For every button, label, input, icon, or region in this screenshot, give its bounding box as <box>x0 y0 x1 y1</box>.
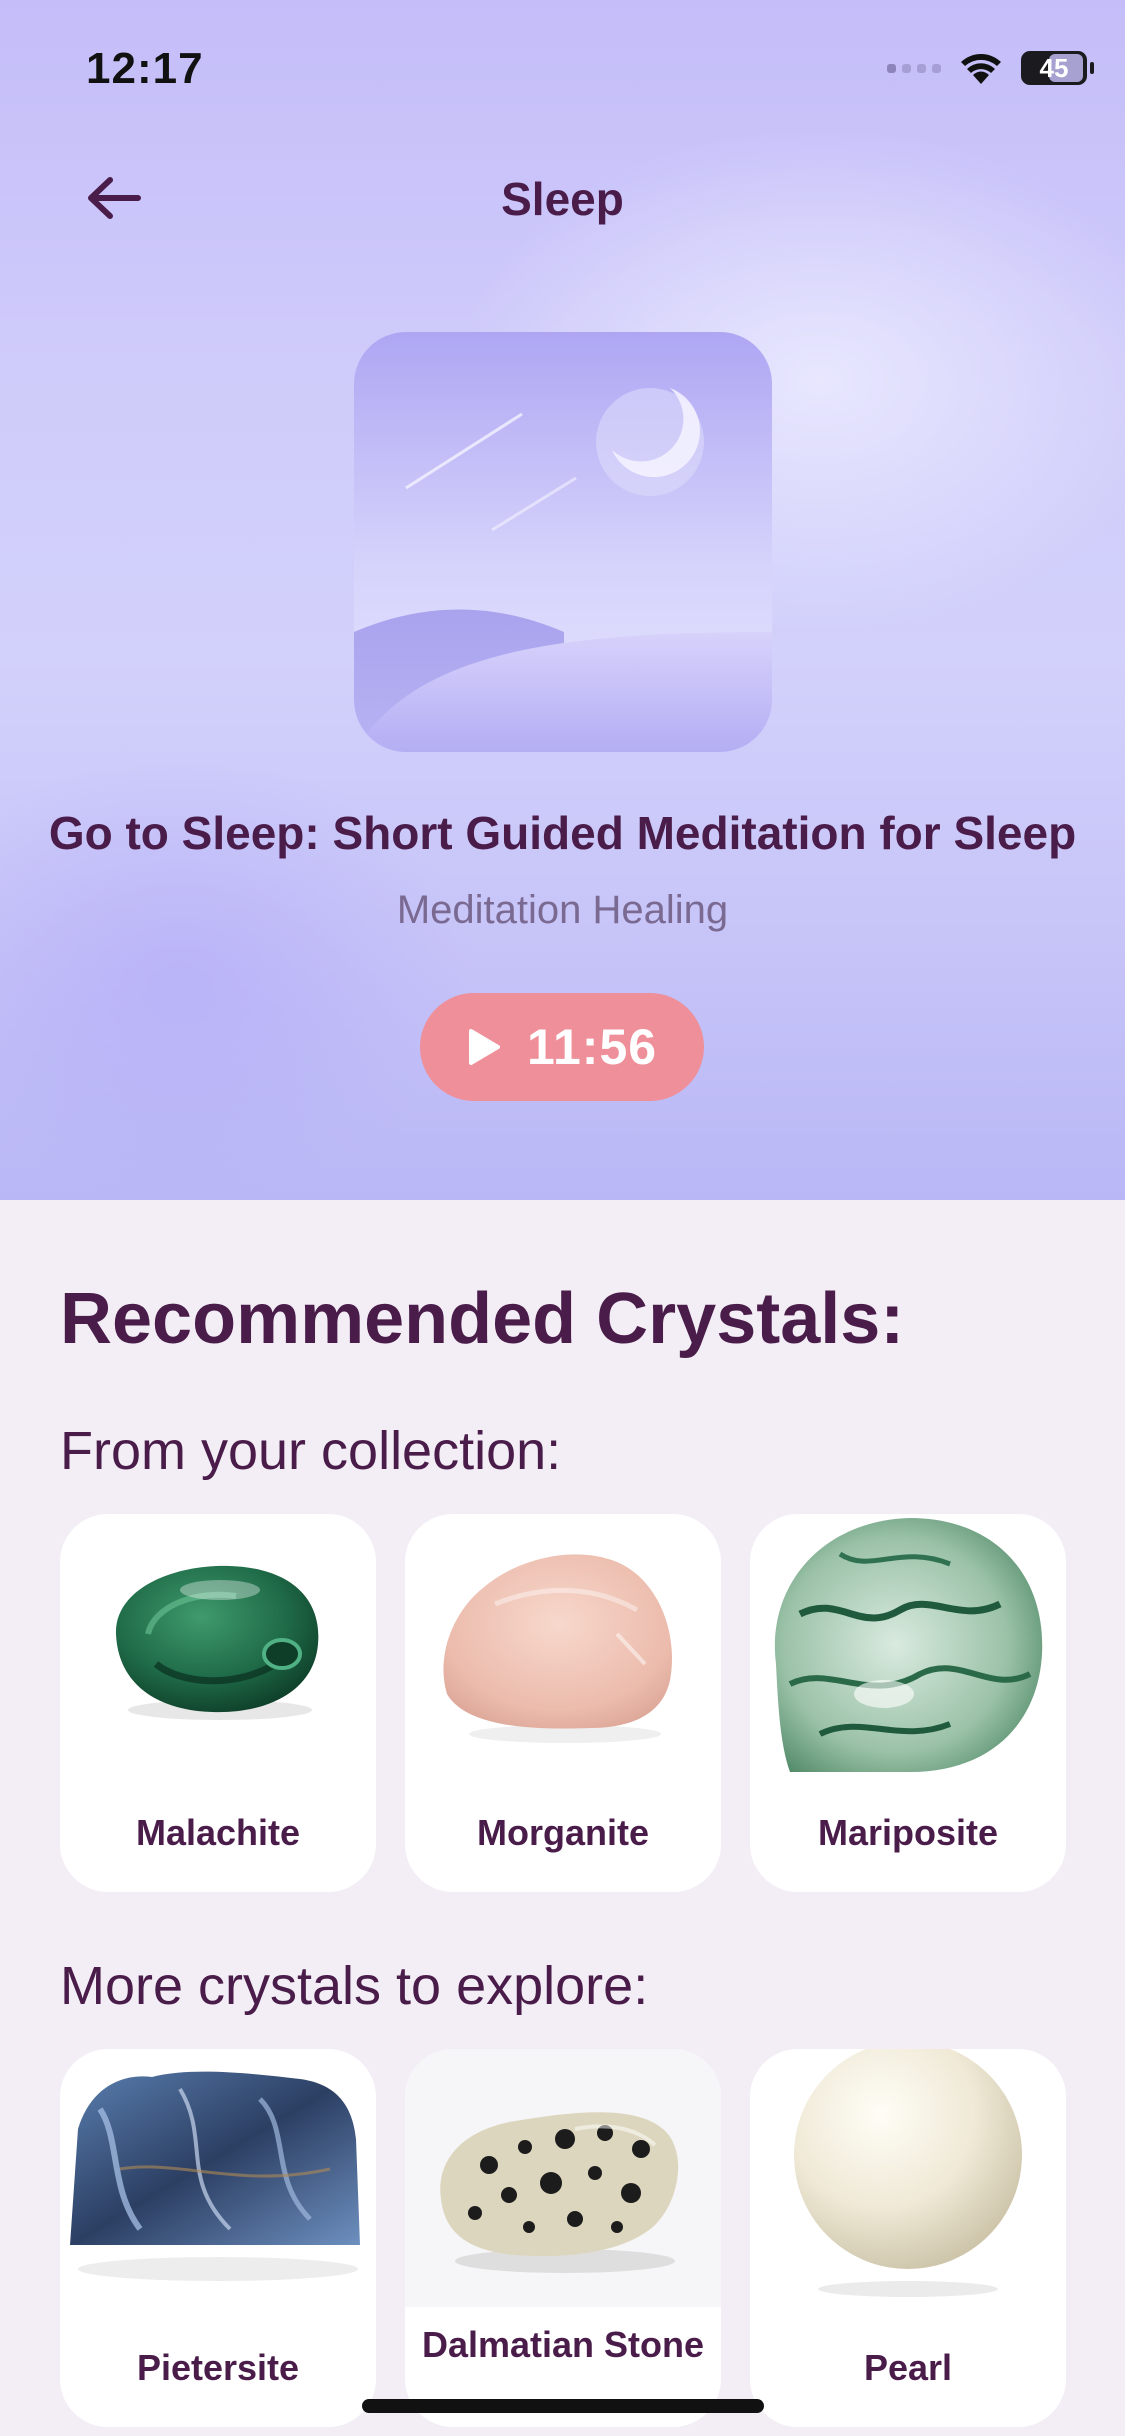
crystal-name: Dalmatian Stone <box>421 2324 705 2365</box>
crystal-name: Pearl <box>863 2347 953 2388</box>
crystal-name: Mariposite <box>817 1812 999 1853</box>
track-cover-art[interactable] <box>354 332 772 752</box>
explore-heading: More crystals to explore: <box>60 1956 649 2016</box>
crystal-name: Morganite <box>476 1812 649 1853</box>
malachite-image <box>115 1565 319 1720</box>
status-icons: 45 <box>887 46 1094 90</box>
play-button[interactable]: 11:56 <box>420 993 704 1101</box>
track-artist: Meditation Healing <box>396 888 729 932</box>
crystal-card-pearl[interactable]: Pearl <box>750 2049 1066 2427</box>
mariposite-image <box>774 1518 1043 1772</box>
crystal-name: Malachite <box>135 1812 301 1853</box>
status-time: 12:17 <box>86 44 204 93</box>
wifi-icon <box>961 54 1001 84</box>
home-indicator[interactable] <box>362 2399 764 2413</box>
page-title: Sleep <box>501 173 624 225</box>
collection-heading: From your collection: <box>60 1421 562 1481</box>
crystal-card-morganite[interactable]: Morganite <box>405 1514 721 1892</box>
cellular-signal-icon <box>887 63 941 73</box>
pearl-image <box>794 2049 1022 2297</box>
recommended-crystals-heading: Recommended Crystals: <box>60 1279 905 1359</box>
play-icon <box>468 1029 500 1065</box>
track-duration: 11:56 <box>526 1019 658 1075</box>
battery-icon: 45 <box>1021 51 1094 85</box>
pietersite-image <box>70 2071 360 2281</box>
crystal-card-malachite[interactable]: Malachite <box>60 1514 376 1892</box>
battery-level: 45 <box>1039 52 1069 83</box>
morganite-image <box>443 1554 672 1743</box>
track-title: Go to Sleep: Short Guided Meditation for… <box>48 807 1077 859</box>
crystal-card-pietersite[interactable]: Pietersite <box>60 2049 376 2427</box>
crystal-name: Pietersite <box>136 2347 300 2388</box>
crystal-card-mariposite[interactable]: Mariposite <box>750 1514 1066 1892</box>
dalmatian-stone-image <box>405 2049 721 2307</box>
crystal-card-dalmatian-stone[interactable]: Dalmatian Stone <box>405 2049 721 2427</box>
